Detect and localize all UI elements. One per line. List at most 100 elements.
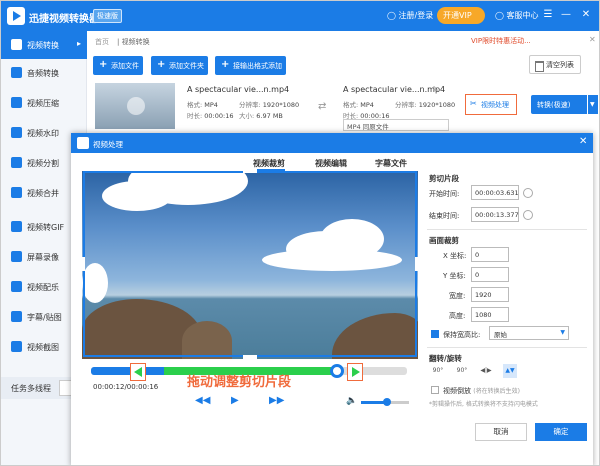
screenshot-icon: [11, 341, 22, 352]
app-logo-icon: [7, 7, 25, 25]
login-link[interactable]: ◯ 注册/登录: [387, 10, 433, 21]
clear-list-button[interactable]: 清空列表: [529, 55, 581, 74]
add-by-format-button[interactable]: 接输出格式添加: [215, 56, 286, 75]
music-icon: [11, 281, 22, 292]
tab-video-crop[interactable]: 视频裁剪: [253, 158, 285, 171]
multithread-label: 任务多线程: [11, 384, 51, 393]
user-icon: ◯: [387, 11, 396, 20]
headset-icon: ◯: [495, 11, 504, 20]
chevron-right-icon: ▸: [77, 39, 82, 48]
end-time-input[interactable]: 00:00:13.377: [471, 207, 519, 222]
reverse-video-label: 视频倒放 (将在转换后生效): [443, 387, 520, 395]
rotate-left-90-icon[interactable]: 90°: [431, 364, 445, 378]
keep-ratio-checkbox[interactable]: [431, 330, 439, 338]
flip-vertical-icon[interactable]: ▲▼: [503, 364, 517, 378]
notice-close-icon[interactable]: ✕: [589, 35, 596, 44]
divider: [427, 347, 587, 348]
tab-video-edit[interactable]: 视频编辑: [315, 158, 347, 169]
volume-knob[interactable]: [383, 398, 392, 406]
target-format: 格式: MP4: [343, 101, 374, 109]
merge-icon: [11, 187, 22, 198]
minimize-icon[interactable]: —: [559, 8, 573, 22]
add-file-button[interactable]: 添加文件: [93, 56, 143, 75]
sidebar-item-audio-convert[interactable]: 音频转换: [1, 59, 87, 87]
file-list-item: A spectacular vie...n.mp4 格式: MP4 分辨率: 1…: [87, 77, 599, 133]
volume-slider[interactable]: [361, 398, 409, 406]
source-file-name: A spectacular vie...n.mp4: [187, 85, 290, 94]
compress-icon: [11, 97, 22, 108]
fast-forward-icon[interactable]: ▶▶: [269, 395, 284, 406]
height-input[interactable]: 1080: [471, 307, 509, 322]
video-thumbnail[interactable]: [95, 83, 175, 129]
rotate-section-title: 翻转/旋转: [429, 354, 462, 363]
edit-name-icon[interactable]: ✎: [432, 85, 439, 94]
end-time-label: 结束时间:: [429, 212, 460, 220]
watermark-icon: [11, 127, 22, 138]
start-time-label: 开始时间:: [429, 190, 460, 198]
end-time-reset-icon[interactable]: [523, 210, 533, 220]
crop-handle-right[interactable]: [415, 257, 419, 271]
play-icon[interactable]: ▶: [231, 395, 239, 406]
crop-section-title: 画面裁剪: [429, 236, 459, 245]
x-coord-input[interactable]: 0: [471, 247, 509, 262]
flip-horizontal-icon[interactable]: ◀|▶: [479, 364, 493, 378]
crop-frame[interactable]: [83, 171, 417, 357]
target-file-name: A spectacular vie...n.mp4: [343, 85, 446, 94]
rewind-icon[interactable]: ◀◀: [195, 395, 210, 406]
lightning-mode-note: *剪辑操作后, 格式转换将不支持闪电模式: [429, 401, 538, 408]
app-window: 迅捷视频转换器 极速版 ◯ 注册/登录 开通VIP ◯ 客服中心 ☰ — ✕ 视…: [0, 0, 600, 466]
tab-subtitle-file[interactable]: 字幕文件: [375, 158, 407, 169]
crop-handle-top[interactable]: [243, 169, 257, 173]
cancel-button[interactable]: 取消: [475, 423, 527, 441]
crop-handle-bottom[interactable]: [243, 355, 257, 359]
clip-end-handle[interactable]: [347, 363, 364, 381]
dialog-close-icon[interactable]: ✕: [579, 136, 587, 147]
source-resolution: 分辨率: 1920*1080: [239, 101, 300, 109]
video-convert-icon: [11, 39, 22, 50]
y-coord-input[interactable]: 0: [471, 267, 509, 282]
add-folder-button[interactable]: 添加文件夹: [151, 56, 208, 75]
title-bar: 迅捷视频转换器 极速版 ◯ 注册/登录 开通VIP ◯ 客服中心 ☰ — ✕: [1, 1, 599, 31]
split-icon: [11, 157, 22, 168]
breadcrumb-current: | 视频转换: [117, 38, 150, 46]
video-process-dialog: 视频处理 ✕ 视频裁剪 视频编辑 字幕文件 拖动调整剪切片段 00:00:12/…: [71, 133, 593, 465]
current-time: 00:00:12/00:00:16: [93, 383, 159, 391]
confirm-button[interactable]: 确定: [535, 423, 587, 441]
convert-arrow-icon: ⇄: [318, 101, 327, 112]
crop-handle-left[interactable]: [81, 257, 85, 271]
target-resolution: 分辨率: 1920*1080: [395, 101, 456, 109]
video-process-button[interactable]: 视频处理: [465, 94, 517, 115]
volume-icon[interactable]: 🔈: [346, 396, 357, 406]
source-format: 格式: MP4: [187, 101, 218, 109]
reverse-video-checkbox[interactable]: [431, 386, 439, 394]
timeline-playhead[interactable]: [330, 364, 345, 378]
convert-button[interactable]: 转换(极速): [531, 95, 587, 114]
y-coord-label: Y 坐标:: [443, 272, 466, 280]
start-time-input[interactable]: 00:00:03.631: [471, 185, 519, 200]
close-icon[interactable]: ✕: [579, 8, 593, 22]
width-input[interactable]: 1920: [471, 287, 509, 302]
width-label: 宽度:: [449, 292, 466, 300]
subtitle-icon: [11, 311, 22, 322]
sidebar-item-video-compress[interactable]: 视频压缩: [1, 89, 87, 117]
breadcrumb-home[interactable]: 首页: [95, 37, 109, 47]
dialog-logo-icon: [77, 137, 89, 149]
vip-button[interactable]: 开通VIP: [437, 7, 485, 24]
aspect-ratio-select[interactable]: 原始: [489, 326, 569, 340]
output-format-select[interactable]: MP4 同原文件: [343, 119, 449, 131]
toolbar: 添加文件 添加文件夹 接输出格式添加: [91, 51, 597, 75]
convert-dropdown-icon[interactable]: ▼: [588, 95, 598, 114]
start-time-reset-icon[interactable]: [523, 188, 533, 198]
sidebar-item-video-convert[interactable]: 视频转换 ▸: [1, 31, 87, 59]
x-coord-label: X 坐标:: [443, 252, 467, 260]
audio-icon: [11, 67, 22, 78]
rotate-right-90-icon[interactable]: 90°: [455, 364, 469, 378]
menu-icon[interactable]: ☰: [541, 8, 555, 22]
vip-notice-link[interactable]: VIP限时特惠活动...: [471, 36, 531, 46]
clip-section-title: 剪切片段: [429, 174, 459, 183]
app-title: 迅捷视频转换器: [29, 14, 99, 25]
clip-start-handle[interactable]: [129, 363, 146, 381]
dialog-header: 视频处理 ✕: [71, 133, 593, 153]
service-link[interactable]: ◯ 客服中心: [495, 10, 539, 21]
dialog-title: 视频处理: [93, 140, 123, 149]
